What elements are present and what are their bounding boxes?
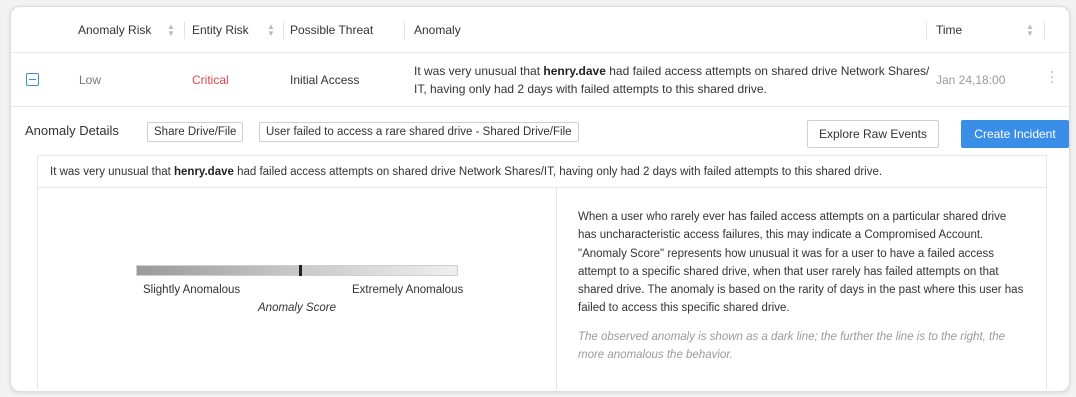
anomaly-score-marker [299, 265, 302, 276]
user-name[interactable]: henry.dave [543, 64, 605, 78]
anomaly-note: The observed anomaly is shown as a dark … [578, 330, 1006, 361]
anomaly-card: Anomaly Risk ▲ ▼ Entity Risk ▲ ▼ Possible … [10, 6, 1070, 392]
sort-arrows-icon[interactable]: ▲ ▼ [267, 7, 281, 53]
column-anomaly-risk[interactable]: Anomaly Risk [78, 7, 178, 53]
details-title: Anomaly Details [25, 123, 119, 138]
details-panel: It was very unusual that henry.dave had … [37, 155, 1047, 390]
column-label: Time [936, 23, 963, 37]
create-incident-button[interactable]: Create Incident [961, 120, 1069, 148]
score-caption: Anomaly Score [258, 302, 336, 314]
column-label: Anomaly Risk [78, 23, 152, 37]
category-tag: Share Drive/File [147, 122, 244, 142]
anomaly-details-bar: Anomaly Details Share Drive/File User fa… [11, 108, 1069, 154]
column-entity-risk[interactable]: Entity Risk [192, 7, 272, 53]
anomaly-summary: It was very unusual that henry.dave had … [38, 156, 1046, 188]
column-label: Possible Threat [290, 23, 374, 37]
user-name[interactable]: henry.dave [174, 166, 234, 178]
possible-threat-cell: Initial Access [290, 73, 360, 87]
anomaly-score-panel: Slightly Anomalous Extremely Anomalous A… [38, 188, 557, 390]
anomaly-cell: It was very unusual that henry.dave had … [414, 53, 932, 107]
anomaly-text: It was very unusual that henry.dave had … [414, 64, 930, 96]
explore-raw-events-button[interactable]: Explore Raw Events [807, 120, 939, 148]
anomaly-description: When a user who rarely ever has failed a… [578, 211, 1024, 315]
time-cell: Jan 24,18:00 [936, 73, 1006, 87]
rule-tag: User failed to access a rare shared driv… [259, 122, 579, 142]
sort-arrows-icon[interactable]: ▲ ▼ [1026, 7, 1040, 53]
column-label: Anomaly [414, 23, 461, 37]
table-row[interactable]: Low Critical Initial Access It was very … [11, 53, 1069, 107]
table-header: Anomaly Risk ▲ ▼ Entity Risk ▲ ▼ Possible … [11, 7, 1069, 53]
score-low-label: Slightly Anomalous [143, 284, 241, 296]
anomaly-description-panel: When a user who rarely ever has failed a… [558, 188, 1046, 390]
entity-risk-cell: Critical [192, 73, 229, 87]
column-time[interactable]: Time [936, 7, 996, 53]
column-anomaly: Anomaly [414, 7, 614, 53]
anomaly-score-bar [136, 265, 458, 276]
score-high-label: Extremely Anomalous [352, 284, 464, 296]
minus-square-icon[interactable] [26, 73, 39, 86]
column-possible-threat: Possible Threat [290, 7, 400, 53]
column-label: Entity Risk [192, 23, 249, 37]
vertical-dots-icon[interactable] [1051, 71, 1055, 86]
sort-arrows-icon[interactable]: ▲ ▼ [167, 7, 181, 53]
anomaly-risk-cell: Low [79, 73, 102, 87]
